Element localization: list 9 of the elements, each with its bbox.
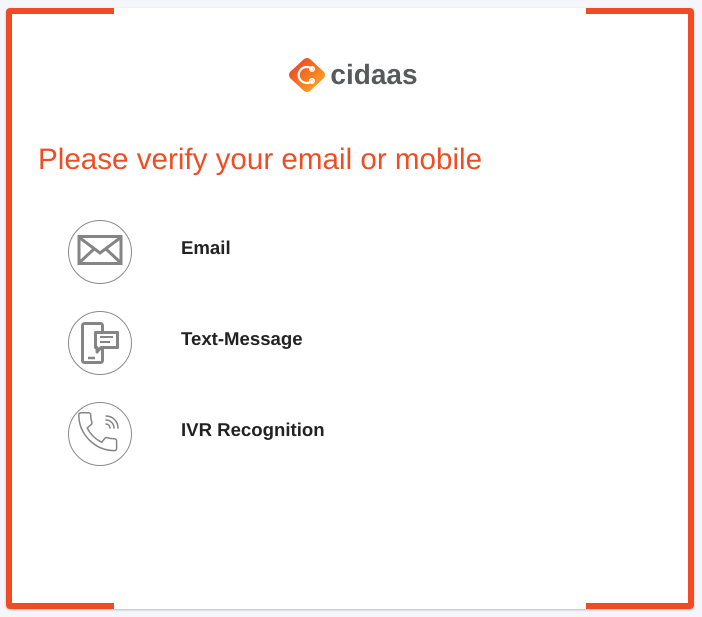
envelope-icon [68, 220, 132, 284]
logo-icon [288, 57, 326, 93]
verification-option[interactable]: Text-Message [68, 310, 303, 374]
logo-text: cidaas [330, 61, 418, 89]
verification-option[interactable]: IVR Recognition [68, 402, 325, 466]
phone-message-icon [68, 310, 132, 374]
verification-option[interactable]: Email [68, 220, 231, 284]
page-title: Please verify your email or mobile [38, 142, 484, 178]
phone-call-icon [68, 402, 132, 466]
